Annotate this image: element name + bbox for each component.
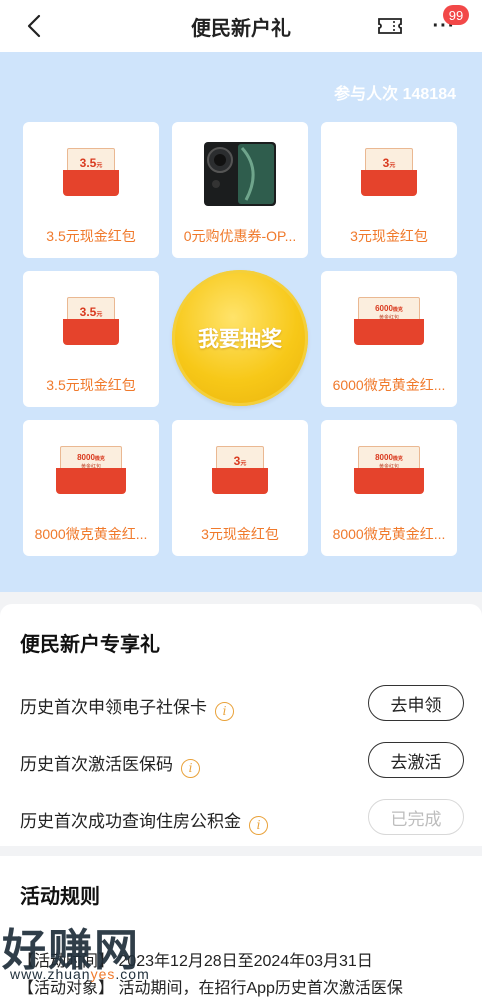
prize-unit: 元	[240, 461, 247, 467]
prize-unit: 元	[96, 163, 103, 169]
watermark-url-pre: www.zhuan	[10, 966, 91, 982]
prize-cell: 6000微克 黄金红包 6000微克黄金红...	[321, 271, 457, 407]
task-label: 历史首次激活医保码	[20, 755, 173, 774]
prize-label: 3.5元现金红包	[46, 377, 136, 393]
prize-unit: 元	[389, 163, 396, 169]
task-row: 历史首次激活医保码 i 去激活	[0, 741, 482, 781]
watermark: 好赚网 www.zhuanyes.com	[0, 904, 200, 1000]
activate-medical-code-button[interactable]: 去激活	[368, 742, 464, 778]
prize-amount: 3.5	[79, 305, 97, 319]
draw-button-label: 我要抽奖	[198, 328, 282, 351]
completed-button: 已完成	[368, 799, 464, 835]
prize-cell: 3.5元 3.5元现金红包	[23, 271, 159, 407]
exclusive-gifts-section: 便民新户专享礼 历史首次申领电子社保卡 i 去申领 历史首次激活医保码 i 去激活 …	[0, 604, 482, 846]
task-row: 历史首次申领电子社保卡 i 去申领	[0, 684, 482, 724]
watermark-url: www.zhuanyes.com	[10, 966, 150, 982]
red-packet-icon: 3元	[212, 446, 268, 496]
ticket-icon	[378, 18, 402, 34]
prize-cell: 3.5元 3.5元现金红包	[23, 122, 159, 258]
red-packet-icon: 3元	[361, 148, 417, 198]
prize-unit: 微克	[94, 456, 105, 462]
gold-packet-icon: 8000微克 黄金红包	[354, 446, 424, 496]
prize-label: 3.5元现金红包	[46, 228, 136, 244]
info-icon[interactable]: i	[181, 759, 200, 778]
prize-amount: 6000	[375, 304, 393, 313]
gold-packet-icon: 6000微克 黄金红包	[354, 297, 424, 347]
prize-label: 8000微克黄金红...	[34, 526, 148, 542]
prize-cell: 3元 3元现金红包	[321, 122, 457, 258]
prize-label: 3元现金红包	[350, 228, 428, 244]
gold-packet-icon: 8000微克 黄金红包	[56, 446, 126, 496]
gold-packet-sub: 黄金红包	[378, 464, 399, 470]
prize-label: 8000微克黄金红...	[332, 526, 446, 542]
prize-unit: 元	[96, 312, 103, 318]
prize-cell: 8000微克 黄金红包 8000微克黄金红...	[23, 420, 159, 556]
notification-badge: 99	[443, 5, 469, 25]
task-label: 历史首次申领电子社保卡	[20, 698, 207, 717]
draw-button[interactable]: 我要抽奖	[172, 270, 308, 406]
page-title: 便民新户礼	[191, 18, 291, 40]
apply-social-card-button[interactable]: 去申领	[368, 685, 464, 721]
watermark-url-hl: yes	[90, 966, 116, 982]
phone-image	[204, 142, 276, 206]
prize-amount: 3.5	[79, 156, 97, 170]
red-packet-icon: 3.5元	[63, 297, 119, 347]
prize-label: 0元购优惠券-OP...	[183, 228, 297, 244]
info-icon[interactable]: i	[215, 702, 234, 721]
task-label: 历史首次成功查询住房公积金	[20, 812, 241, 831]
prize-cell: 0元购优惠券-OP...	[172, 122, 308, 258]
prize-label: 6000微克黄金红...	[332, 377, 446, 393]
prize-amount: 8000	[375, 453, 393, 462]
prize-cell: 3元 3元现金红包	[172, 420, 308, 556]
ticket-button[interactable]	[372, 10, 408, 42]
task-row: 历史首次成功查询住房公积金 i 已完成	[0, 798, 482, 838]
red-packet-icon: 3.5元	[63, 148, 119, 198]
lottery-panel: 参与人次 148184 3.5元 3.5元现金红包 0元购优惠券-OP... 3…	[0, 52, 482, 592]
prize-cell: 8000微克 黄金红包 8000微克黄金红...	[321, 420, 457, 556]
prize-unit: 微克	[392, 307, 403, 313]
section-title: 便民新户专享礼	[20, 634, 160, 656]
watermark-url-post: .com	[115, 966, 150, 982]
prize-label: 3元现金红包	[201, 526, 279, 542]
gold-packet-sub: 黄金红包	[378, 315, 399, 321]
prize-unit: 微克	[392, 456, 403, 462]
info-icon[interactable]: i	[249, 816, 268, 835]
gold-packet-sub: 黄金红包	[80, 464, 101, 470]
top-bar: 便民新户礼 ··· 99	[0, 0, 482, 52]
prize-amount: 8000	[77, 453, 95, 462]
participant-count: 参与人次 148184	[334, 86, 456, 103]
